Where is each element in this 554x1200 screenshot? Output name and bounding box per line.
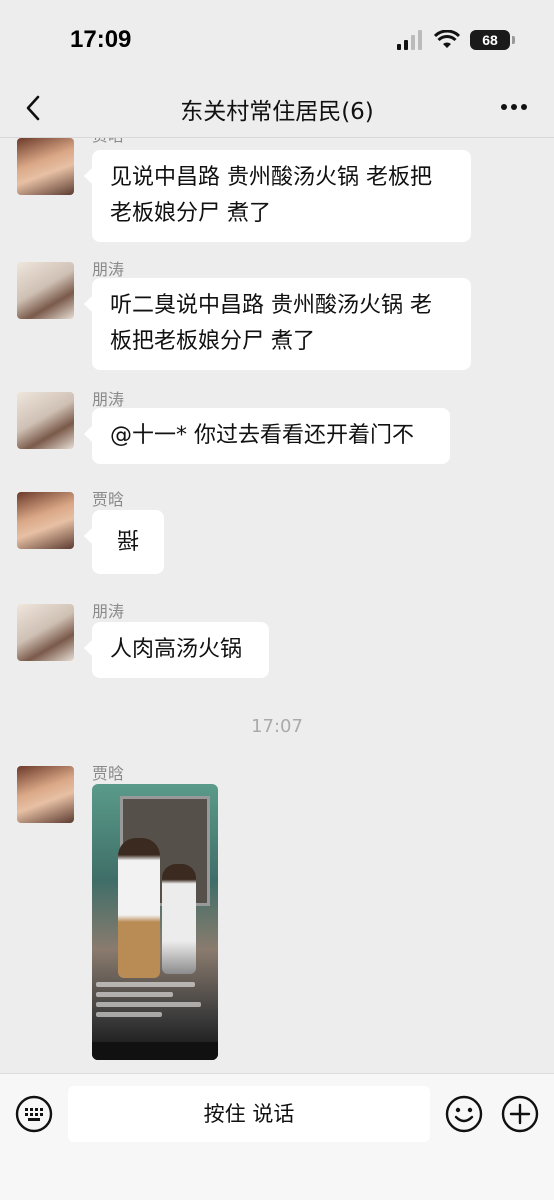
chat-timestamp: 17:07 [251,716,303,737]
nav-bar: 东关村常住居民(6) [0,80,554,138]
video-thumbnail-person [118,838,160,978]
keyboard-icon[interactable] [14,1094,54,1134]
chat-title: 东关村常住居民(6) [180,99,374,125]
sender-name: 朋涛 [92,602,125,621]
avatar[interactable] [17,262,74,319]
message-text-line: 揺 [116,526,139,551]
message-text-line: 老板娘分尸 煮了 [110,201,271,226]
input-bar: 按住 说话 [0,1073,554,1200]
message-text-line: 见说中昌路 贵州酸汤火锅 老板把 [110,165,432,190]
plus-circle-icon[interactable] [500,1094,540,1134]
sender-name: 贾晗 [92,138,124,146]
message-text-line: @十一* 你过去看看还开着门不 [110,423,414,448]
message-bubble[interactable]: @十一* 你过去看看还开着门不 [84,408,450,464]
avatar[interactable] [17,766,74,823]
message-text-line: 听二臭说中昌路 贵州酸汤火锅 老 [110,293,432,318]
message-bubble[interactable]: 听二臭说中昌路 贵州酸汤火锅 老 板把老板娘分尸 煮了 [84,278,471,370]
emoji-icon[interactable] [444,1094,484,1134]
sender-name: 贾晗 [92,490,125,509]
message-bubble[interactable]: 见说中昌路 贵州酸汤火锅 老板把 老板娘分尸 煮了 [84,150,471,242]
sender-name: 朋涛 [92,390,125,409]
chat-area[interactable]: 贾晗 见说中昌路 贵州酸汤火锅 老板把 老板娘分尸 煮了 朋涛 听二臭说中昌路 … [0,138,554,1073]
battery-icon: 68 [470,30,515,50]
avatar[interactable] [17,138,74,195]
message-bubble[interactable]: 人肉高汤火锅 [84,622,269,678]
video-thumbnail-caption [96,982,206,1042]
message-bubble[interactable]: 揺 [84,510,164,574]
avatar[interactable] [17,604,74,661]
wifi-icon [434,30,460,48]
sender-name: 贾晗 [92,764,125,783]
message-text-line: 板把老板娘分尸 煮了 [110,329,315,354]
status-icons: 68 [396,30,515,50]
video-thumbnail-bar [92,1042,218,1060]
video-thumbnail-person [162,864,196,974]
hold-to-talk-button[interactable]: 按住 说话 [68,1086,430,1142]
video-message[interactable] [92,784,218,1060]
avatar[interactable] [17,392,74,449]
message-text-line: 人肉高汤火锅 [110,637,243,662]
status-time: 17:09 [70,26,132,53]
cellular-signal-icon [397,30,422,50]
sender-name: 朋涛 [92,260,125,279]
status-bar: 17:09 68 [0,0,554,80]
ellipsis-icon[interactable] [496,92,532,122]
avatar[interactable] [17,492,74,549]
